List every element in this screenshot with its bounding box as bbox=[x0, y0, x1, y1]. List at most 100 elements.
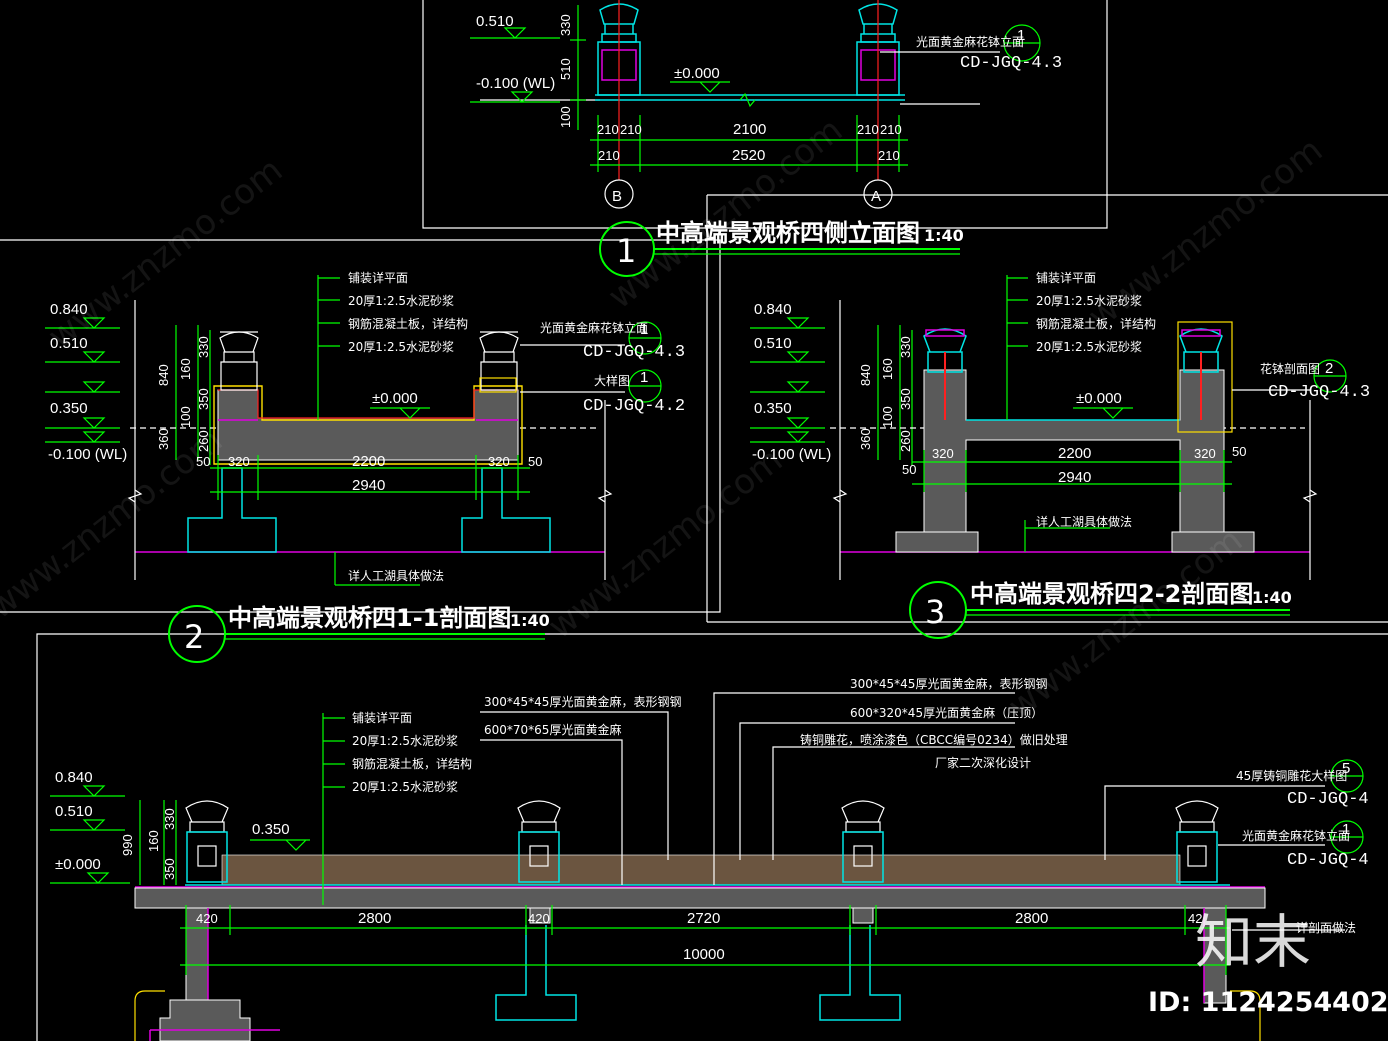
view2-foundation-note: 详人工湖具体做法 bbox=[348, 568, 444, 583]
view2-width-dims: 50 320 2200 320 50 2940 bbox=[196, 453, 542, 500]
view2-deck-slab bbox=[217, 389, 519, 461]
view2-h-360: 360 bbox=[156, 428, 171, 450]
watermark-url-6: www.znzmo.com bbox=[1001, 520, 1250, 727]
view3-h-260: 260 bbox=[898, 430, 913, 452]
view3-h-350: 350 bbox=[898, 388, 913, 410]
view4-dim-2800a: 2800 bbox=[358, 910, 391, 927]
view3-level-0510: 0.510 bbox=[754, 335, 792, 352]
view1-level-0510: 0.510 bbox=[476, 13, 514, 30]
view4-h-160: 160 bbox=[146, 830, 161, 852]
view2-dim-50b: 50 bbox=[528, 454, 542, 469]
view2-footing-left bbox=[187, 467, 277, 553]
view2-h-840: 840 bbox=[156, 364, 171, 386]
view4-urn-4 bbox=[1175, 800, 1219, 883]
view4-paving bbox=[221, 854, 1181, 886]
view4-callout1-text: 45厚铸铜雕花大样图 bbox=[1236, 768, 1347, 783]
view1-callout-num: 1 bbox=[1017, 27, 1025, 44]
view4-material-notes: 300*45*45厚光面黄金麻，表形钢钢 600*70*65厚光面黄金麻 300… bbox=[480, 676, 1068, 885]
view2-dim-320b: 320 bbox=[488, 454, 510, 469]
view4-deck-level: 0.350 bbox=[252, 821, 290, 838]
view2-layer-4: 20厚1:2.5水泥砂浆 bbox=[348, 339, 454, 354]
view4-layer-3: 钢筋混凝土板，详结构 bbox=[352, 756, 472, 771]
view4-callout1-code: CD-JGQ-4 bbox=[1287, 790, 1369, 809]
view3-dim-50a: 50 bbox=[902, 462, 916, 477]
view4-level-000: ±0.000 bbox=[55, 856, 101, 873]
view1-level-marks: 0.510 -0.100 (WL) ±0.000 bbox=[470, 13, 730, 103]
view2-level-000: ±0.000 bbox=[372, 390, 418, 407]
view1-axis-a: A bbox=[871, 188, 881, 205]
view1-dim-210b: 210 bbox=[620, 122, 642, 137]
view3-h-840: 840 bbox=[858, 364, 873, 386]
view1-dim-210f: 210 bbox=[878, 148, 900, 163]
view3-footing-left bbox=[895, 531, 979, 553]
view2-level-0350: 0.350 bbox=[50, 400, 88, 417]
view4-dim-2800b: 2800 bbox=[1015, 910, 1048, 927]
view4-h-350: 350 bbox=[162, 858, 177, 880]
watermark-brand-logo: 知末 bbox=[1195, 908, 1311, 976]
view4-h-330: 330 bbox=[162, 808, 177, 830]
view4-note-1: 300*45*45厚光面黄金麻，表形钢钢 bbox=[484, 694, 681, 709]
view3-title: 中高端景观桥四2-2剖面图 bbox=[970, 580, 1253, 608]
cad-drawing: 0.510 -0.100 (WL) ±0.000 330 510 100 210… bbox=[0, 0, 1388, 1041]
view4-dim-2720: 2720 bbox=[687, 910, 720, 927]
view2-callout1-code: CD-JGQ-4.3 bbox=[583, 343, 685, 362]
view3-h-330: 330 bbox=[898, 336, 913, 358]
view3-h-360: 360 bbox=[858, 428, 873, 450]
view2-h-350: 350 bbox=[196, 388, 211, 410]
view3-level-marks: 0.840 0.510 0.350 -0.100 (WL) bbox=[750, 301, 831, 463]
view1-level-000: ±0.000 bbox=[674, 65, 720, 82]
view2-title: 中高端景观桥四1-1剖面图 bbox=[228, 604, 511, 632]
view2-dim-2200: 2200 bbox=[352, 453, 385, 470]
view3-dim-320b: 320 bbox=[1194, 446, 1216, 461]
view3-level-0350: 0.350 bbox=[754, 400, 792, 417]
view1-scale: 1:40 bbox=[924, 226, 964, 245]
view1-width-dims: 210 210 2100 210 210 210 2520 210 bbox=[590, 115, 908, 172]
view3-layer-4: 20厚1:2.5水泥砂浆 bbox=[1036, 339, 1142, 354]
watermark-url-1: www.znzmo.com bbox=[41, 150, 290, 357]
view2-urn-left bbox=[219, 331, 259, 391]
view3-foundation-note: 详人工湖具体做法 bbox=[1036, 514, 1132, 529]
view4-deck-slab bbox=[134, 887, 1266, 909]
view3-h-160: 160 bbox=[880, 358, 895, 380]
watermark-id: ID: 1124254402 bbox=[1148, 987, 1388, 1018]
view1-callout-code: CD-JGQ-4.3 bbox=[960, 54, 1062, 73]
view1-h-100: 100 bbox=[558, 106, 573, 128]
view2-layer-1: 铺装详平面 bbox=[348, 270, 408, 285]
view4-layer-1: 铺装详平面 bbox=[352, 710, 412, 725]
view1-axis-b: B bbox=[612, 188, 622, 205]
view1-dim-210c: 210 bbox=[857, 122, 879, 137]
view2-urn-right bbox=[479, 331, 519, 393]
view2-level-wl: -0.100 (WL) bbox=[48, 446, 127, 463]
view4-note-2: 600*70*65厚光面黄金麻 bbox=[484, 722, 621, 737]
view4-dim-420a: 420 bbox=[196, 911, 218, 926]
view2-callout2-num: 1 bbox=[640, 369, 648, 386]
view3-callout-num: 2 bbox=[1325, 360, 1333, 377]
view2-title-number: 2 bbox=[184, 618, 204, 656]
view3-h-100: 100 bbox=[880, 406, 895, 428]
view4-callout2-text: 光面黄金麻花钵立面 bbox=[1242, 828, 1350, 843]
view1-callout-text: 光面黄金麻花钵立面 bbox=[916, 34, 1024, 49]
view3-level-000: ±0.000 bbox=[1076, 390, 1122, 407]
view3-dim-320a: 320 bbox=[932, 446, 954, 461]
watermark-url-2: www.znzmo.com bbox=[601, 110, 850, 317]
view1-h-510: 510 bbox=[558, 58, 573, 80]
view4-layer-4: 20厚1:2.5水泥砂浆 bbox=[352, 779, 458, 794]
view4-callout1-num: 5 bbox=[1342, 760, 1350, 777]
view3-dim-2940: 2940 bbox=[1058, 469, 1091, 486]
view2-dim-320a: 320 bbox=[228, 454, 250, 469]
view1-height-dims: 330 510 100 bbox=[558, 5, 586, 130]
view3-callout-code: CD-JGQ-4.3 bbox=[1268, 383, 1370, 402]
view3-dim-50b: 50 bbox=[1232, 444, 1246, 459]
view4-height-dims: 990 330 160 350 bbox=[120, 800, 177, 885]
view2-callout1-text: 光面黄金麻花钵立面 bbox=[540, 320, 648, 335]
view2-h-160: 160 bbox=[178, 358, 193, 380]
view2-h-330: 330 bbox=[196, 336, 211, 358]
view1-elevation: 0.510 -0.100 (WL) ±0.000 330 510 100 210… bbox=[470, 0, 1062, 277]
view4-layer-2: 20厚1:2.5水泥砂浆 bbox=[352, 733, 458, 748]
view3-level-0840: 0.840 bbox=[754, 301, 792, 318]
view4-callout2-code: CD-JGQ-4 bbox=[1287, 851, 1369, 870]
view4-level-0840: 0.840 bbox=[55, 769, 93, 786]
view2-dim-2940: 2940 bbox=[352, 477, 385, 494]
view3-callout-text: 花钵剖面图 bbox=[1260, 361, 1320, 376]
view1-dim-210a: 210 bbox=[597, 122, 619, 137]
